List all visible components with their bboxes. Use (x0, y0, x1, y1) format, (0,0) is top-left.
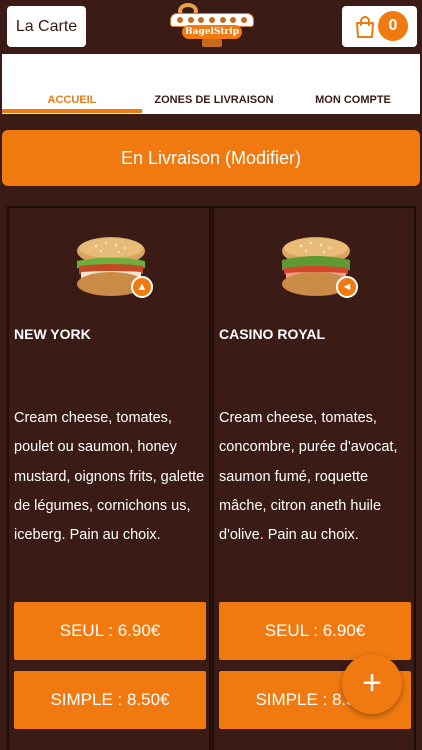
fish-icon: ◄ (336, 276, 358, 298)
logo-text: BagelStrip (182, 25, 242, 39)
cart-button[interactable]: 0 (342, 6, 417, 47)
bagelstrip-logo[interactable]: BagelStrip (164, 3, 260, 49)
shopping-bag-icon (356, 16, 374, 38)
price-seul-button[interactable]: SEUL : 6.90€ (14, 602, 206, 660)
tab-zones-de-livraison[interactable]: ZONES DE LIVRAISON (142, 54, 286, 114)
nav-tabs: ACCUEIL ZONES DE LIVRAISON MON COMPTE (2, 54, 420, 114)
menu-button[interactable]: La Carte (7, 6, 86, 47)
product-name: NEW YORK (14, 326, 91, 342)
delivery-mode-button[interactable]: En Livraison (Modifier) (2, 130, 420, 186)
app-header: La Carte BagelStrip 0 (0, 0, 422, 54)
tab-mon-compte[interactable]: MON COMPTE (286, 54, 420, 114)
plus-icon[interactable]: + (342, 654, 402, 714)
logo-sub-sign (202, 39, 222, 47)
price-simple-button[interactable]: SIMPLE : 8.50€ (14, 671, 206, 729)
tab-accueil[interactable]: ACCUEIL (2, 54, 142, 114)
active-tab-indicator (2, 109, 142, 113)
product-card-new-york: ▲ NEW YORK Cream cheese, tomates, poulet… (7, 206, 211, 750)
price-seul-button[interactable]: SEUL : 6.90€ (219, 602, 411, 660)
chicken-icon: ▲ (131, 276, 153, 298)
cart-count-badge: 0 (378, 11, 408, 41)
product-description: Cream cheese, tomates, poulet ou saumon,… (14, 410, 205, 544)
product-description: Cream cheese, tomates, concombre, purée … (219, 410, 398, 544)
product-name: CASINO ROYAL (219, 326, 326, 342)
